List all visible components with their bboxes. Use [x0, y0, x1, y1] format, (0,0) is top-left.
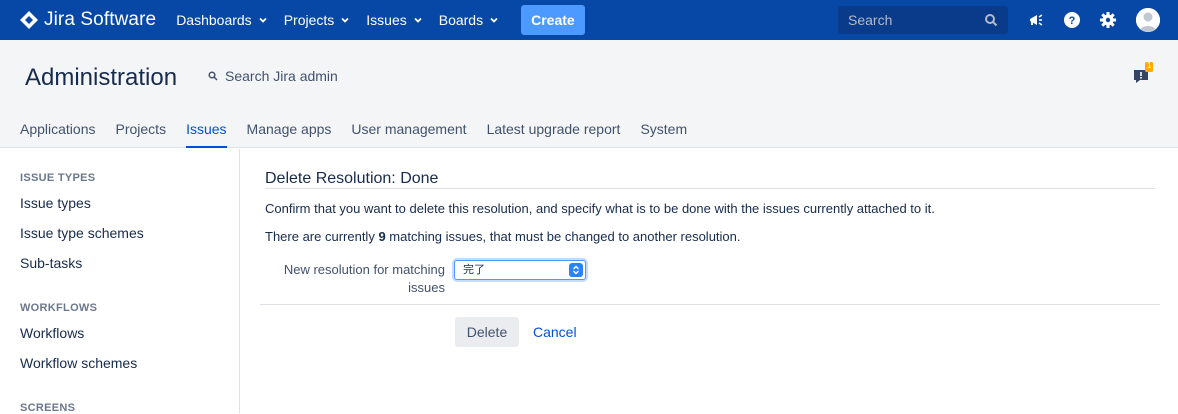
count-prefix: There are currently [265, 229, 379, 244]
tab-projects[interactable]: Projects [116, 121, 167, 148]
sidebar-heading-screens: SCREENS [20, 402, 76, 414]
nav-boards-label: Boards [438, 12, 484, 28]
tab-system[interactable]: System [640, 121, 687, 148]
sidebar-item-sub-tasks[interactable]: Sub-tasks [20, 255, 82, 271]
global-search-input[interactable]: Search [838, 6, 1008, 34]
search-icon [208, 71, 218, 81]
admin-search-label: Search Jira admin [225, 68, 338, 84]
sidebar-item-issue-types[interactable]: Issue types [20, 195, 91, 211]
delete-resolution-heading: Delete Resolution: Done [265, 170, 1155, 189]
select-arrows-icon [569, 263, 583, 277]
help-icon[interactable]: ? [1062, 10, 1082, 30]
new-resolution-select[interactable]: 完了 [454, 260, 586, 280]
jira-diamond-icon [20, 11, 38, 29]
brand-name: Jira Software [44, 9, 157, 30]
search-placeholder: Search [848, 12, 893, 28]
sidebar-heading-issue-types: ISSUE TYPES [20, 172, 96, 184]
jira-logo[interactable]: Jira Software [20, 9, 156, 31]
matching-count-text: There are currently 9 matching issues, t… [265, 229, 741, 244]
nav-boards[interactable]: Boards [431, 0, 507, 40]
feedback-badge: 1 [1147, 61, 1152, 70]
nav-projects[interactable]: Projects [276, 0, 359, 40]
nav-dashboards[interactable]: Dashboards [168, 0, 276, 40]
settings-gear-icon[interactable] [1098, 10, 1118, 30]
admin-tabs: Applications Projects Issues Manage apps… [20, 121, 707, 148]
feedback-button[interactable]: 1 [1133, 61, 1153, 84]
nav-issues[interactable]: Issues [358, 0, 430, 40]
count-suffix: matching issues, that must be changed to… [385, 229, 741, 244]
sidebar-item-workflow-schemes[interactable]: Workflow schemes [20, 355, 137, 371]
nav-issues-label: Issues [366, 12, 407, 28]
tab-latest-upgrade-report[interactable]: Latest upgrade report [487, 121, 621, 148]
tab-applications[interactable]: Applications [20, 121, 96, 148]
chevron-down-icon [490, 17, 498, 23]
confirm-text: Confirm that you want to delete this res… [265, 201, 935, 216]
tab-user-management[interactable]: User management [351, 121, 466, 148]
user-avatar[interactable] [1136, 8, 1160, 32]
page-title: Administration [25, 64, 178, 91]
chevron-down-icon [341, 17, 349, 23]
top-navigation-bar: Jira Software Dashboards Projects Issues… [0, 0, 1178, 40]
delete-button[interactable]: Delete [455, 317, 519, 347]
chevron-down-icon [259, 17, 267, 23]
notifications-megaphone-icon[interactable] [1026, 10, 1046, 30]
sidebar-item-workflows[interactable]: Workflows [20, 325, 84, 341]
selected-resolution: 完了 [463, 264, 485, 276]
matching-count: 9 [378, 229, 386, 244]
create-button[interactable]: Create [521, 5, 585, 35]
tab-manage-apps[interactable]: Manage apps [247, 121, 332, 148]
form-divider [260, 304, 1160, 305]
new-resolution-label: New resolution for matching issues [283, 262, 445, 295]
chevron-down-icon [414, 17, 422, 23]
main-content: Delete Resolution: Done Confirm that you… [241, 149, 1178, 413]
sidebar-item-issue-type-schemes[interactable]: Issue type schemes [20, 225, 144, 241]
nav-dashboards-label: Dashboards [176, 12, 252, 28]
cancel-link[interactable]: Cancel [533, 324, 577, 340]
search-icon [985, 14, 998, 27]
sidebar: ISSUE TYPES Issue types Issue type schem… [0, 149, 240, 414]
sidebar-heading-workflows: WORKFLOWS [20, 302, 98, 314]
admin-header: Administration Search Jira admin 1 Appli… [0, 40, 1178, 148]
svg-text:?: ? [1069, 15, 1076, 27]
admin-search-button[interactable]: Search Jira admin [208, 68, 338, 84]
tab-issues[interactable]: Issues [186, 121, 227, 148]
nav-projects-label: Projects [283, 12, 335, 28]
